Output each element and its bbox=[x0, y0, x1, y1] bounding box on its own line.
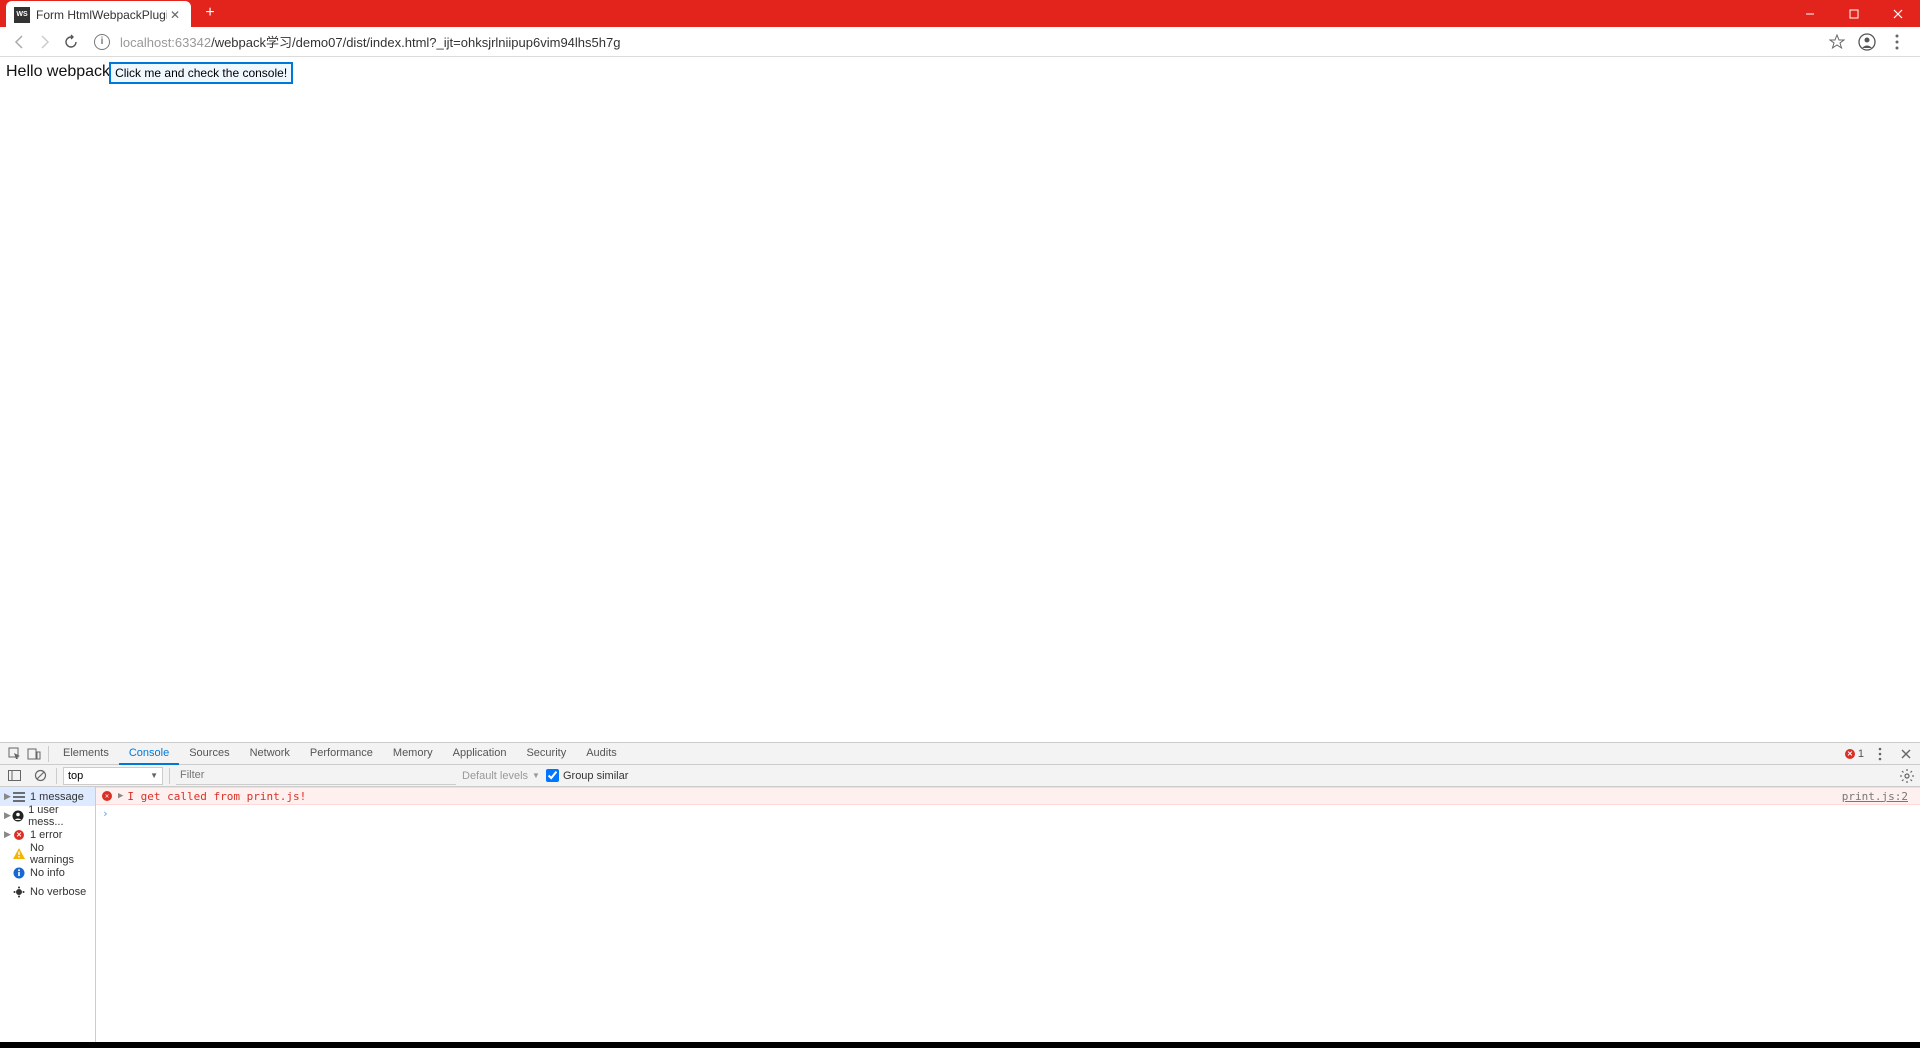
hello-text: Hello webpack bbox=[6, 63, 110, 81]
sidebar-item-info[interactable]: No info bbox=[0, 863, 95, 882]
browser-tab[interactable]: WS Form HtmlWebpackPlugin ✕ bbox=[6, 1, 191, 28]
console-prompt[interactable]: › bbox=[96, 805, 1920, 822]
filter-input[interactable] bbox=[176, 767, 456, 785]
url-path: /webpack学习/demo07/dist/index.html?_ijt=o… bbox=[211, 35, 620, 50]
taskbar bbox=[0, 1042, 1920, 1048]
close-tab-icon[interactable]: ✕ bbox=[167, 7, 183, 23]
level-select[interactable]: Default levels ▼ bbox=[462, 770, 540, 782]
console-source-link[interactable]: print.js:2 bbox=[1842, 790, 1914, 803]
clear-console-icon[interactable] bbox=[30, 766, 50, 786]
site-info-icon[interactable]: i bbox=[94, 34, 110, 50]
back-button[interactable] bbox=[6, 29, 32, 55]
close-window-button[interactable] bbox=[1876, 0, 1920, 27]
tab-elements[interactable]: Elements bbox=[53, 743, 119, 765]
tab-performance[interactable]: Performance bbox=[300, 743, 383, 765]
expand-arrow-icon: ▶ bbox=[4, 791, 12, 802]
info-icon bbox=[12, 866, 26, 880]
click-me-button[interactable]: Click me and check the console! bbox=[110, 63, 292, 83]
tab-application[interactable]: Application bbox=[443, 743, 517, 765]
context-select[interactable]: top ▼ bbox=[63, 767, 163, 785]
new-tab-button[interactable]: + bbox=[197, 0, 223, 26]
window-controls bbox=[1788, 0, 1920, 27]
console-sidebar: ▶ 1 message ▶ 1 user mess... ▶ ✕ 1 error… bbox=[0, 787, 96, 1042]
address-bar: i localhost:63342/webpack学习/demo07/dist/… bbox=[0, 27, 1920, 57]
error-count-badge[interactable]: ✕ 1 bbox=[1845, 748, 1864, 760]
url-area[interactable]: i localhost:63342/webpack学习/demo07/dist/… bbox=[84, 32, 1828, 51]
sidebar-errors-label: 1 error bbox=[30, 829, 62, 841]
maximize-button[interactable] bbox=[1832, 0, 1876, 27]
chevron-down-icon: ▼ bbox=[150, 771, 158, 780]
page-body: Hello webpack Click me and check the con… bbox=[0, 57, 1920, 742]
chrome-menu-icon[interactable] bbox=[1888, 33, 1906, 51]
divider bbox=[169, 768, 170, 784]
browser-tab-bar: WS Form HtmlWebpackPlugin ✕ + bbox=[0, 0, 1920, 27]
minimize-button[interactable] bbox=[1788, 0, 1832, 27]
error-count: 1 bbox=[1858, 748, 1864, 760]
divider bbox=[48, 746, 49, 762]
console-body: ▶ 1 message ▶ 1 user mess... ▶ ✕ 1 error… bbox=[0, 787, 1920, 1042]
inspect-element-icon[interactable] bbox=[4, 744, 24, 764]
url-port: 63342 bbox=[175, 35, 211, 50]
tab-network[interactable]: Network bbox=[240, 743, 300, 765]
level-value: Default levels bbox=[462, 770, 528, 782]
list-icon bbox=[12, 790, 26, 804]
prompt-caret-icon: › bbox=[102, 807, 109, 820]
verbose-icon bbox=[12, 885, 26, 899]
reload-button[interactable] bbox=[58, 29, 84, 55]
sidebar-item-warnings[interactable]: No warnings bbox=[0, 844, 95, 863]
error-dot-icon: ✕ bbox=[1845, 749, 1855, 759]
device-toggle-icon[interactable] bbox=[24, 744, 44, 764]
url-text: localhost:63342/webpack学习/demo07/dist/in… bbox=[120, 32, 620, 51]
sidebar-user-label: 1 user mess... bbox=[28, 804, 91, 828]
tab-favicon: WS bbox=[14, 7, 30, 23]
devtools-tabs: Elements Console Sources Network Perform… bbox=[0, 743, 1920, 765]
divider bbox=[56, 768, 57, 784]
warning-icon bbox=[12, 847, 26, 861]
console-output: ✕ ▶ I get called from print.js! print.js… bbox=[96, 787, 1920, 1042]
console-toolbar: top ▼ Default levels ▼ Group similar bbox=[0, 765, 1920, 787]
user-icon bbox=[11, 809, 24, 823]
bookmark-star-icon[interactable] bbox=[1828, 33, 1846, 51]
tab-memory[interactable]: Memory bbox=[383, 743, 443, 765]
group-similar-input[interactable] bbox=[546, 769, 559, 782]
sidebar-verbose-label: No verbose bbox=[30, 886, 86, 898]
expand-arrow-icon[interactable]: ▶ bbox=[118, 791, 123, 801]
console-error-row[interactable]: ✕ ▶ I get called from print.js! print.js… bbox=[96, 787, 1920, 805]
tab-audits[interactable]: Audits bbox=[576, 743, 627, 765]
forward-button[interactable] bbox=[32, 29, 58, 55]
devtools-close-icon[interactable] bbox=[1896, 744, 1916, 764]
sidebar-messages-label: 1 message bbox=[30, 791, 84, 803]
tab-sources[interactable]: Sources bbox=[179, 743, 239, 765]
tab-title: Form HtmlWebpackPlugin bbox=[36, 8, 167, 22]
group-similar-label: Group similar bbox=[563, 770, 628, 782]
console-message-text: I get called from print.js! bbox=[127, 790, 306, 803]
devtools-panel: Elements Console Sources Network Perform… bbox=[0, 742, 1920, 1042]
expand-arrow-icon: ▶ bbox=[4, 810, 11, 821]
expand-arrow-icon: ▶ bbox=[4, 829, 12, 840]
context-value: top bbox=[68, 770, 83, 782]
sidebar-warnings-label: No warnings bbox=[30, 842, 91, 866]
error-icon: ✕ bbox=[102, 791, 112, 801]
sidebar-item-verbose[interactable]: No verbose bbox=[0, 882, 95, 901]
devtools-menu-icon[interactable] bbox=[1870, 744, 1890, 764]
chevron-down-icon: ▼ bbox=[532, 771, 540, 780]
tab-console[interactable]: Console bbox=[119, 743, 179, 765]
url-host: localhost: bbox=[120, 35, 175, 50]
tab-security[interactable]: Security bbox=[516, 743, 576, 765]
toolbar-right bbox=[1828, 33, 1914, 51]
group-similar-checkbox[interactable]: Group similar bbox=[546, 769, 628, 782]
user-avatar-icon[interactable] bbox=[1858, 33, 1876, 51]
sidebar-item-user[interactable]: ▶ 1 user mess... bbox=[0, 806, 95, 825]
toggle-sidebar-icon[interactable] bbox=[4, 766, 24, 786]
error-icon: ✕ bbox=[12, 828, 26, 842]
console-settings-icon[interactable] bbox=[1898, 767, 1916, 785]
sidebar-info-label: No info bbox=[30, 867, 65, 879]
